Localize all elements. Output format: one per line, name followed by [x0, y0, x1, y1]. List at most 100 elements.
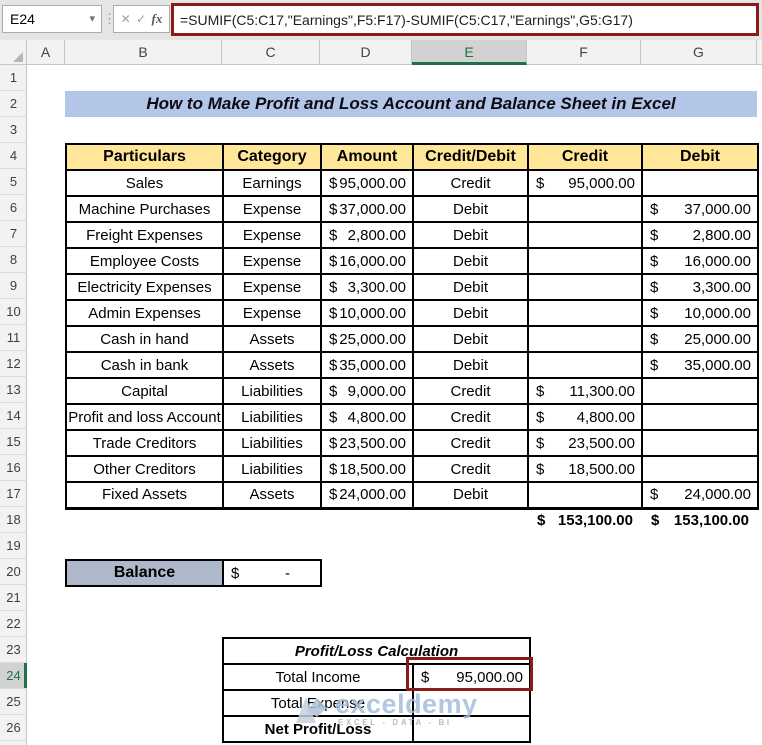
cell-particulars[interactable]: Freight Expenses: [66, 222, 223, 248]
row-header-15[interactable]: 15: [0, 429, 27, 455]
row-header-24[interactable]: 24: [0, 663, 27, 689]
cell-particulars[interactable]: Admin Expenses: [66, 300, 223, 326]
cell-particulars[interactable]: Capital: [66, 378, 223, 404]
cell-debit[interactable]: $25,000.00: [642, 326, 758, 352]
row-header-3[interactable]: 3: [0, 117, 27, 143]
profit-loss-label[interactable]: Total Expense: [223, 690, 413, 716]
balance-label-cell[interactable]: Balance: [66, 560, 223, 586]
cell-particulars[interactable]: Sales: [66, 170, 223, 196]
cell-category[interactable]: Expense: [223, 196, 321, 222]
cell-debit[interactable]: $37,000.00: [642, 196, 758, 222]
cell-credit-debit[interactable]: Credit: [413, 456, 528, 482]
cell-credit-debit[interactable]: Debit: [413, 274, 528, 300]
cell-debit[interactable]: $35,000.00: [642, 352, 758, 378]
cell-credit[interactable]: [528, 248, 642, 274]
name-box[interactable]: E24 ▾: [2, 5, 102, 33]
cell-amount[interactable]: $95,000.00: [321, 170, 413, 196]
cell-particulars[interactable]: Trade Creditors: [66, 430, 223, 456]
row-header-2[interactable]: 2: [0, 91, 27, 117]
profit-loss-value[interactable]: [413, 716, 530, 742]
column-header-C[interactable]: C: [222, 40, 320, 65]
row-header-19[interactable]: 19: [0, 533, 27, 559]
row-header-21[interactable]: 21: [0, 585, 27, 611]
cell-credit-debit[interactable]: Credit: [413, 378, 528, 404]
balance-value-cell[interactable]: $ -: [223, 560, 321, 586]
cell-amount[interactable]: $23,500.00: [321, 430, 413, 456]
row-header-18[interactable]: 18: [0, 507, 27, 533]
cell-credit[interactable]: $95,000.00: [528, 170, 642, 196]
cell-credit-debit[interactable]: Debit: [413, 300, 528, 326]
cell-category[interactable]: Expense: [223, 248, 321, 274]
column-header-A[interactable]: A: [27, 40, 65, 65]
cell-debit[interactable]: $16,000.00: [642, 248, 758, 274]
cell-category[interactable]: Assets: [223, 352, 321, 378]
cell-category[interactable]: Liabilities: [223, 378, 321, 404]
debit-total-cell[interactable]: $ 153,100.00: [641, 507, 757, 533]
row-header-4[interactable]: 4: [0, 143, 27, 169]
row-header-7[interactable]: 7: [0, 221, 27, 247]
row-header-14[interactable]: 14: [0, 403, 27, 429]
credit-total-cell[interactable]: $ 153,100.00: [527, 507, 641, 533]
cell-category[interactable]: Earnings: [223, 170, 321, 196]
cell-particulars[interactable]: Fixed Assets: [66, 482, 223, 508]
row-header-5[interactable]: 5: [0, 169, 27, 195]
cell-particulars[interactable]: Machine Purchases: [66, 196, 223, 222]
select-all-corner[interactable]: [0, 40, 27, 65]
row-header-9[interactable]: 9: [0, 273, 27, 299]
row-header-11[interactable]: 11: [0, 325, 27, 351]
cell-amount[interactable]: $24,000.00: [321, 482, 413, 508]
cell-credit[interactable]: [528, 352, 642, 378]
column-header-D[interactable]: D: [320, 40, 412, 65]
cell-debit[interactable]: [642, 378, 758, 404]
cell-amount[interactable]: $18,500.00: [321, 456, 413, 482]
cell-amount[interactable]: $4,800.00: [321, 404, 413, 430]
cell-debit[interactable]: $2,800.00: [642, 222, 758, 248]
row-header-1[interactable]: 1: [0, 65, 27, 91]
cell-amount[interactable]: $10,000.00: [321, 300, 413, 326]
cell-credit[interactable]: [528, 196, 642, 222]
cell-amount[interactable]: $37,000.00: [321, 196, 413, 222]
row-header-13[interactable]: 13: [0, 377, 27, 403]
name-box-dropdown-icon[interactable]: ▾: [89, 12, 95, 25]
cell-particulars[interactable]: Profit and loss Account: [66, 404, 223, 430]
cell-category[interactable]: Assets: [223, 482, 321, 508]
profit-loss-title[interactable]: Profit/Loss Calculation: [223, 638, 530, 664]
cell-credit-debit[interactable]: Debit: [413, 248, 528, 274]
cell-credit[interactable]: [528, 222, 642, 248]
cell-credit[interactable]: [528, 326, 642, 352]
row-header-17[interactable]: 17: [0, 481, 27, 507]
cell-category[interactable]: Expense: [223, 274, 321, 300]
cell-amount[interactable]: $9,000.00: [321, 378, 413, 404]
column-header-E[interactable]: E: [412, 40, 527, 65]
cell-debit[interactable]: [642, 404, 758, 430]
cell-particulars[interactable]: Other Creditors: [66, 456, 223, 482]
cell-category[interactable]: Liabilities: [223, 404, 321, 430]
row-header-23[interactable]: 23: [0, 637, 27, 663]
cell-category[interactable]: Liabilities: [223, 430, 321, 456]
row-header-6[interactable]: 6: [0, 195, 27, 221]
cell-credit[interactable]: [528, 482, 642, 508]
cell-credit-debit[interactable]: Debit: [413, 196, 528, 222]
row-header-20[interactable]: 20: [0, 559, 27, 585]
cell-credit-debit[interactable]: Debit: [413, 326, 528, 352]
row-header-10[interactable]: 10: [0, 299, 27, 325]
cell-debit[interactable]: $24,000.00: [642, 482, 758, 508]
cell-debit[interactable]: $3,300.00: [642, 274, 758, 300]
row-header-12[interactable]: 12: [0, 351, 27, 377]
row-header-26[interactable]: 26: [0, 715, 27, 741]
cell-particulars[interactable]: Cash in hand: [66, 326, 223, 352]
profit-loss-value[interactable]: [413, 690, 530, 716]
cell-debit[interactable]: [642, 170, 758, 196]
formula-bar[interactable]: =SUMIF(C5:C17,"Earnings",F5:F17)-SUMIF(C…: [171, 3, 759, 36]
cell-credit-debit[interactable]: Debit: [413, 482, 528, 508]
column-header-G[interactable]: G: [641, 40, 757, 65]
cell-debit[interactable]: [642, 430, 758, 456]
profit-loss-label[interactable]: Net Profit/Loss: [223, 716, 413, 742]
cell-credit[interactable]: $18,500.00: [528, 456, 642, 482]
insert-function-icon[interactable]: fx: [151, 11, 162, 27]
cell-credit[interactable]: [528, 300, 642, 326]
header-amount[interactable]: Amount: [321, 144, 413, 170]
enter-icon[interactable]: ✓: [136, 12, 146, 26]
cell-debit[interactable]: [642, 456, 758, 482]
cell-amount[interactable]: $35,000.00: [321, 352, 413, 378]
